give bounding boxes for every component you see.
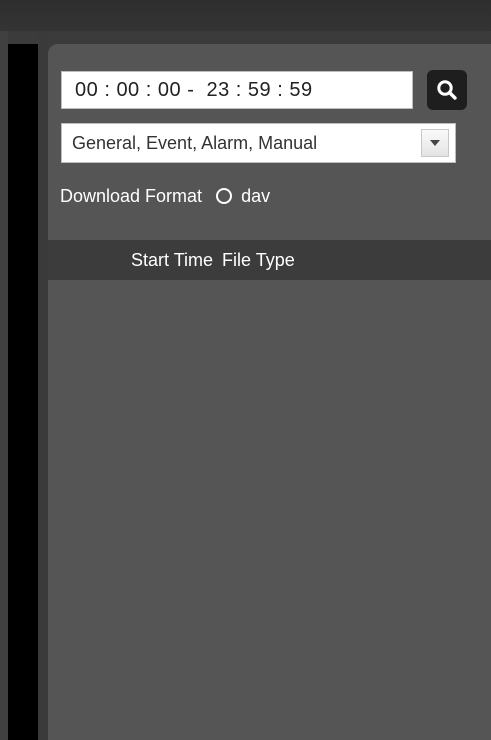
download-format-row: Download Format dav [60, 184, 270, 208]
column-header-file-type[interactable]: File Type [222, 250, 295, 271]
end-hour-field[interactable]: 23 [206, 79, 229, 102]
video-display-area [8, 44, 38, 740]
range-separator: - [181, 79, 206, 102]
search-button[interactable] [427, 70, 467, 110]
column-header-start-time[interactable]: Start Time [131, 250, 213, 271]
start-minute-field[interactable]: 00 [116, 79, 139, 102]
range-separator-char: - [187, 78, 195, 101]
time-separator-char: : [277, 78, 284, 101]
dav-radio[interactable] [216, 188, 233, 204]
start-hour-field[interactable]: 00 [75, 79, 98, 102]
time-separator: : [271, 79, 289, 102]
time-separator: : [98, 79, 116, 102]
end-second-field[interactable]: 59 [289, 79, 312, 102]
chevron-down-icon [430, 140, 440, 146]
time-range-input[interactable]: 00 : 00 : 00 - 23 : 59 : 59 [61, 71, 413, 109]
dropdown-button[interactable] [421, 129, 449, 157]
download-format-label: Download Format [60, 185, 203, 206]
record-type-select[interactable]: General, Event, Alarm, Manual [61, 123, 456, 163]
left-gap [0, 31, 8, 740]
panel-divider [38, 31, 48, 740]
time-separator: : [140, 79, 158, 102]
time-separator-char: : [145, 78, 152, 101]
start-second-field[interactable]: 00 [158, 79, 181, 102]
playback-page: 00 : 00 : 00 - 23 : 59 : 59 General, Eve… [0, 0, 491, 740]
end-minute-field[interactable]: 59 [248, 79, 271, 102]
top-bar [0, 0, 491, 31]
time-separator: : [230, 79, 248, 102]
dav-option-label[interactable]: dav [241, 186, 270, 207]
playback-search-panel: 00 : 00 : 00 - 23 : 59 : 59 General, Eve… [48, 44, 491, 740]
search-icon [437, 80, 457, 100]
file-table-body [48, 280, 491, 740]
record-type-value: General, Event, Alarm, Manual [72, 132, 318, 153]
file-table-header: Start Time File Type [48, 240, 491, 280]
time-separator-char: : [235, 78, 242, 101]
time-separator-char: : [104, 78, 111, 101]
